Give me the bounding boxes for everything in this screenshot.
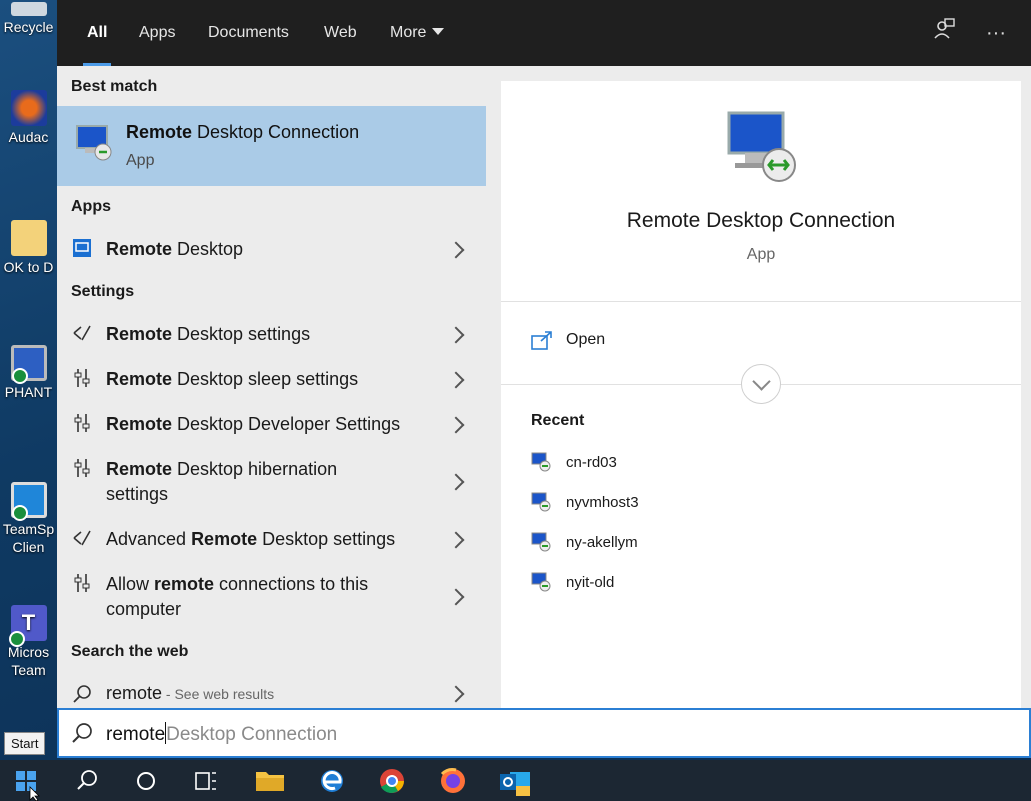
monitor-icon — [10, 345, 47, 384]
start-tooltip: Start — [4, 732, 46, 755]
chrome-icon — [380, 769, 404, 793]
chevron-right-icon — [447, 326, 465, 344]
tab-apps[interactable]: Apps — [139, 0, 175, 66]
section-search-web: Search the web — [71, 643, 189, 660]
desktop-icon-teamspeak[interactable]: TeamSp Clien — [0, 482, 57, 556]
sliders-icon — [71, 458, 93, 480]
desktop-icon-audacity[interactable]: Audac — [0, 90, 57, 146]
setting-result-hibernation-settings[interactable]: Remote Desktop hibernation settings — [57, 454, 486, 509]
divider — [501, 301, 1021, 302]
search-icon — [77, 770, 97, 790]
sliders-icon — [71, 413, 93, 435]
folder-icon — [10, 220, 47, 256]
chrome-button[interactable] — [362, 760, 422, 801]
chevron-right-icon — [447, 531, 465, 549]
search-box[interactable]: remoteDesktop Connection — [57, 708, 1031, 758]
remote-desktop-connection-icon — [75, 124, 113, 167]
desktop-icon-phantom[interactable]: PHANT — [0, 345, 57, 401]
results-list: Best match Remote Desktop Connection App… — [57, 66, 486, 708]
more-options-icon[interactable]: ··· — [981, 18, 1011, 48]
open-icon — [531, 331, 553, 356]
chevron-right-icon — [447, 371, 465, 389]
remote-desktop-settings-icon — [71, 528, 93, 550]
task-view-button[interactable] — [176, 760, 236, 801]
best-match-title: Remote Desktop Connection — [126, 122, 360, 142]
folder-icon — [256, 772, 284, 791]
desktop-icon-folder[interactable]: OK to D — [0, 220, 57, 276]
tab-documents[interactable]: Documents — [208, 0, 289, 66]
desktop-icon-teams[interactable]: T Micros Team — [0, 605, 57, 679]
edge-icon — [321, 770, 343, 792]
desktop-icon-recycle-bin[interactable]: Recycle — [0, 2, 57, 36]
remote-desktop-app-icon — [71, 238, 93, 260]
details-app-name: Remote Desktop Connection — [626, 209, 896, 232]
setting-result-developer-settings[interactable]: Remote Desktop Developer Settings — [57, 409, 486, 439]
chevron-right-icon — [447, 588, 465, 606]
remote-desktop-connection-large-icon — [723, 109, 803, 194]
recycle-bin-icon — [10, 2, 47, 16]
search-scope-tabs: All Apps Documents Web More ··· — [57, 0, 1031, 66]
setting-result-sleep-settings[interactable]: Remote Desktop sleep settings — [57, 364, 486, 394]
teamspeak-icon — [10, 482, 47, 521]
outlook-button[interactable] — [484, 760, 544, 801]
expand-chevron-button[interactable] — [741, 364, 781, 404]
best-match-item[interactable]: Remote Desktop Connection App — [57, 106, 486, 186]
caret-down-icon — [432, 28, 445, 35]
web-result-remote[interactable]: remote - See web results — [57, 680, 486, 708]
rdp-file-icon — [531, 452, 551, 477]
details-pane: Remote Desktop Connection App Open Recen… — [486, 66, 1031, 708]
chevron-right-icon — [447, 416, 465, 434]
chevron-right-icon — [447, 473, 465, 491]
sliders-icon — [71, 573, 93, 595]
setting-result-remote-desktop-settings[interactable]: Remote Desktop settings — [57, 319, 486, 349]
search-icon — [71, 722, 93, 749]
setting-result-advanced-settings[interactable]: Advanced Remote Desktop settings — [57, 524, 486, 554]
tab-web[interactable]: Web — [324, 0, 357, 66]
app-result-remote-desktop[interactable]: Remote Desktop — [57, 234, 486, 264]
feedback-icon[interactable] — [929, 18, 959, 48]
chevron-right-icon — [447, 685, 465, 703]
check-icon — [11, 505, 28, 521]
details-card: Remote Desktop Connection App Open Recen… — [501, 81, 1021, 708]
search-input[interactable]: remoteDesktop Connection — [106, 722, 337, 746]
rdp-file-icon — [531, 572, 551, 597]
firefox-button[interactable] — [422, 760, 482, 801]
cortana-button[interactable] — [116, 760, 176, 801]
firefox-icon — [440, 768, 465, 793]
start-button[interactable] — [0, 760, 60, 801]
details-app-type: App — [746, 246, 776, 263]
teams-icon: T — [8, 605, 47, 647]
check-icon — [8, 631, 25, 647]
best-match-type: App — [126, 152, 155, 169]
section-settings: Settings — [71, 283, 135, 300]
file-explorer-button[interactable] — [240, 760, 300, 801]
sliders-icon — [71, 368, 93, 390]
edge-button[interactable] — [302, 760, 362, 801]
tab-all[interactable]: All — [82, 0, 113, 66]
rdp-file-icon — [531, 492, 551, 517]
section-best-match: Best match — [71, 78, 158, 95]
recent-heading: Recent — [531, 412, 585, 429]
task-view-icon — [195, 772, 216, 790]
taskbar — [0, 760, 1031, 801]
remote-desktop-settings-icon — [71, 323, 93, 345]
windows-logo-icon — [16, 771, 40, 801]
check-icon — [11, 368, 28, 384]
outlook-icon — [500, 772, 530, 796]
tab-more[interactable]: More — [390, 0, 445, 66]
audacity-icon — [10, 90, 47, 126]
search-icon — [71, 684, 93, 706]
cortana-icon — [137, 772, 155, 790]
section-apps: Apps — [71, 198, 111, 215]
setting-result-allow-remote-connections[interactable]: Allow remote connections to this computer — [57, 569, 486, 624]
search-autocomplete: Desktop Connection — [166, 724, 338, 745]
chevron-right-icon — [447, 241, 465, 259]
taskbar-search-button[interactable] — [56, 760, 116, 801]
rdp-file-icon — [531, 532, 551, 557]
